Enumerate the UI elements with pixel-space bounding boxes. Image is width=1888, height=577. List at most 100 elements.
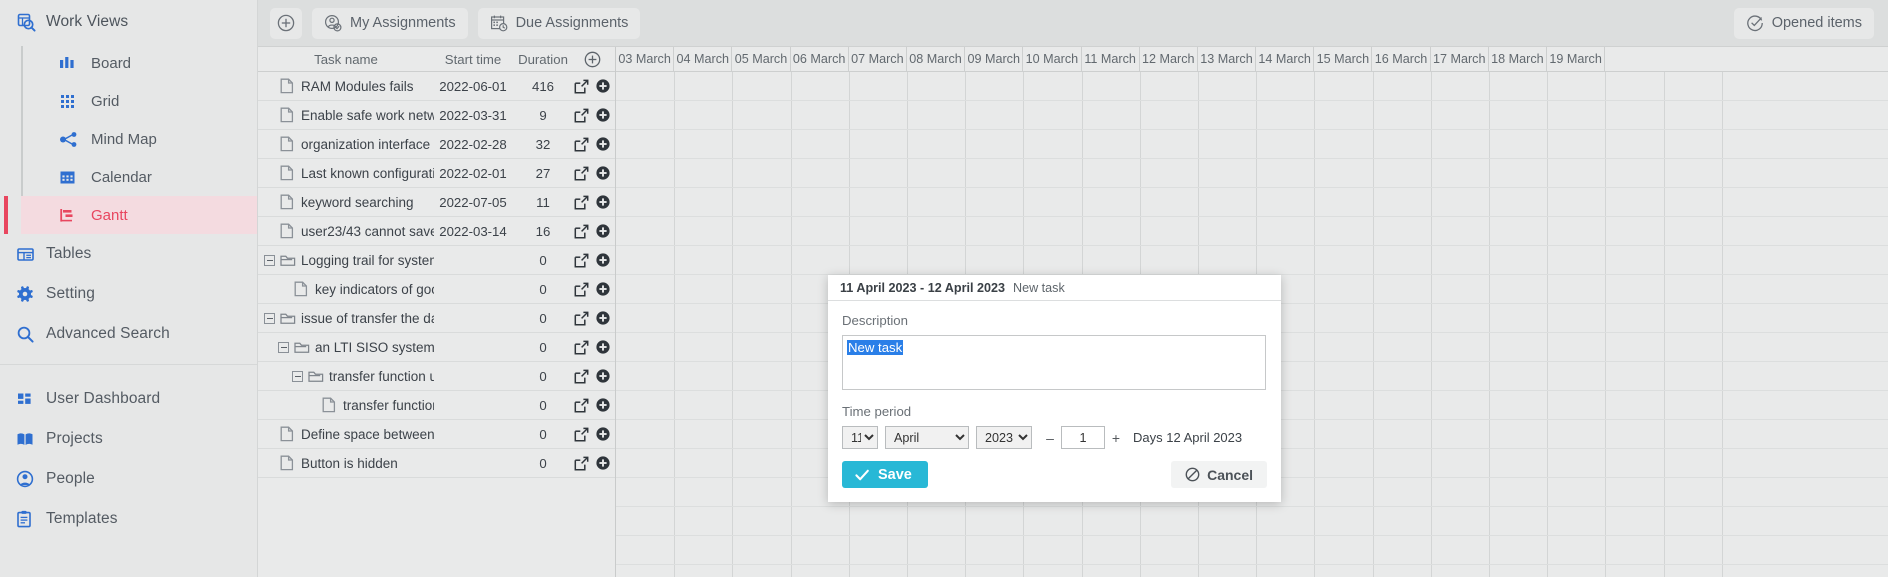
- sidebar-item-calendar[interactable]: Calendar: [21, 158, 257, 196]
- opened-items-button[interactable]: Opened items: [1733, 7, 1874, 39]
- plus-filled-icon[interactable]: [596, 427, 610, 441]
- open-external-icon[interactable]: [574, 311, 589, 326]
- task-name-text: Last known configuration: [301, 165, 434, 181]
- day-select[interactable]: 11: [842, 426, 878, 449]
- sidebar-item-projects[interactable]: Projects: [0, 419, 257, 459]
- time-period-label: Time period: [842, 404, 912, 419]
- table-row[interactable]: Define space between colu 0: [258, 420, 615, 449]
- document-icon: [280, 194, 296, 210]
- table-header-row: Task name Start time Duration: [258, 47, 615, 72]
- task-name-text: Button is hidden: [301, 455, 398, 471]
- cell-task-name: RAM Modules fails: [258, 78, 434, 94]
- open-external-icon[interactable]: [574, 137, 589, 152]
- collapse-toggle-icon[interactable]: [264, 254, 275, 266]
- add-column-button[interactable]: [574, 51, 616, 68]
- plus-filled-icon[interactable]: [596, 195, 610, 209]
- plus-filled-icon[interactable]: [596, 224, 610, 238]
- table-row[interactable]: Button is hidden 0: [258, 449, 615, 478]
- plus-filled-icon[interactable]: [596, 311, 610, 325]
- plus-filled-icon[interactable]: [596, 456, 610, 470]
- sidebar-item-people[interactable]: People: [0, 459, 257, 499]
- plus-filled-icon[interactable]: [596, 79, 610, 93]
- open-external-icon[interactable]: [574, 456, 589, 471]
- sidebar-item-tables[interactable]: Tables: [0, 234, 257, 274]
- column-header-duration[interactable]: Duration: [512, 52, 574, 67]
- table-row[interactable]: user23/43 cannot save data 2022-03-14 16: [258, 217, 615, 246]
- table-row[interactable]: Last known configuration 2022-02-01 27: [258, 159, 615, 188]
- plus-filled-icon[interactable]: [596, 108, 610, 122]
- sidebar-item-gantt[interactable]: Gantt: [4, 196, 257, 234]
- board-icon: [59, 55, 91, 72]
- column-header-task-name[interactable]: Task name: [258, 52, 434, 67]
- cell-start-time: 2022-06-01: [439, 78, 507, 94]
- sidebar-label-user-dashboard: User Dashboard: [46, 390, 161, 407]
- sidebar-item-work-views[interactable]: Work Views: [0, 0, 257, 44]
- table-row[interactable]: Logging trail for system 0: [258, 246, 615, 275]
- collapse-toggle-icon[interactable]: [292, 370, 303, 382]
- open-external-icon[interactable]: [574, 166, 589, 181]
- person-icon: [16, 470, 46, 488]
- plus-filled-icon[interactable]: [596, 282, 610, 296]
- sidebar-item-templates[interactable]: Templates: [0, 499, 257, 539]
- table-row[interactable]: an LTI SISO system 0: [258, 333, 615, 362]
- table-row[interactable]: keyword searching 2022-07-05 11: [258, 188, 615, 217]
- plus-filled-icon[interactable]: [596, 369, 610, 383]
- document-icon: [280, 426, 296, 442]
- open-external-icon[interactable]: [574, 195, 589, 210]
- cell-start-time: 2022-02-28: [439, 136, 507, 152]
- time-period-row: 11 April 2023 – + Days 12 April 2023: [842, 426, 1267, 449]
- year-select[interactable]: 2023: [976, 426, 1032, 449]
- task-name-text: keyword searching: [301, 194, 414, 210]
- table-row[interactable]: transfer function using 0: [258, 362, 615, 391]
- sidebar-label-setting: Setting: [46, 285, 95, 302]
- folder-icon: [280, 311, 296, 325]
- sidebar-item-board[interactable]: Board: [21, 44, 257, 82]
- save-button[interactable]: Save: [842, 461, 928, 488]
- open-external-icon[interactable]: [574, 369, 589, 384]
- increment-button[interactable]: +: [1109, 428, 1123, 448]
- plus-filled-icon[interactable]: [596, 166, 610, 180]
- table-row[interactable]: RAM Modules fails 2022-06-01 416: [258, 72, 615, 101]
- decrement-button[interactable]: –: [1043, 428, 1057, 448]
- timeline-date-header: 10 March: [1023, 47, 1082, 71]
- table-row[interactable]: Enable safe work network 2022-03-31 9: [258, 101, 615, 130]
- open-external-icon[interactable]: [574, 340, 589, 355]
- sidebar-item-user-dashboard[interactable]: User Dashboard: [0, 379, 257, 419]
- task-name-text: an LTI SISO system: [315, 339, 434, 355]
- cell-duration: 0: [539, 455, 547, 471]
- timeline-date-header: 17 March: [1431, 47, 1489, 71]
- collapse-toggle-icon[interactable]: [264, 312, 275, 324]
- sidebar-item-mind-map[interactable]: Mind Map: [21, 120, 257, 158]
- open-external-icon[interactable]: [574, 398, 589, 413]
- plus-filled-icon[interactable]: [596, 398, 610, 412]
- folder-icon: [280, 253, 296, 267]
- calendar-clock-icon: [490, 14, 508, 32]
- add-task-button[interactable]: [270, 7, 302, 39]
- table-row[interactable]: key indicators of good in 0: [258, 275, 615, 304]
- plus-filled-icon[interactable]: [596, 340, 610, 354]
- open-external-icon[interactable]: [574, 79, 589, 94]
- description-input[interactable]: New task: [842, 335, 1266, 390]
- duration-input[interactable]: [1061, 426, 1105, 449]
- table-row[interactable]: organization interface 2022-02-28 32: [258, 130, 615, 159]
- open-external-icon[interactable]: [574, 282, 589, 297]
- sidebar-item-grid[interactable]: Grid: [21, 82, 257, 120]
- open-external-icon[interactable]: [574, 224, 589, 239]
- my-assignments-button[interactable]: My Assignments: [312, 7, 468, 39]
- table-row[interactable]: issue of transfer the data in 0: [258, 304, 615, 333]
- month-select[interactable]: April: [885, 426, 969, 449]
- collapse-toggle-icon[interactable]: [278, 341, 289, 353]
- sidebar-item-advanced-search[interactable]: Advanced Search: [0, 314, 257, 354]
- table-row[interactable]: transfer function us 0: [258, 391, 615, 420]
- plus-filled-icon[interactable]: [596, 253, 610, 267]
- plus-filled-icon[interactable]: [596, 137, 610, 151]
- open-external-icon[interactable]: [574, 427, 589, 442]
- column-header-start-time[interactable]: Start time: [434, 52, 512, 67]
- open-external-icon[interactable]: [574, 108, 589, 123]
- cancel-button[interactable]: Cancel: [1171, 461, 1267, 488]
- sidebar-item-setting[interactable]: Setting: [0, 274, 257, 314]
- open-external-icon[interactable]: [574, 253, 589, 268]
- due-assignments-button[interactable]: Due Assignments: [477, 7, 641, 39]
- dashboard-icon: [16, 391, 46, 408]
- dialog-header: 11 April 2023 - 12 April 2023 New task: [828, 275, 1281, 301]
